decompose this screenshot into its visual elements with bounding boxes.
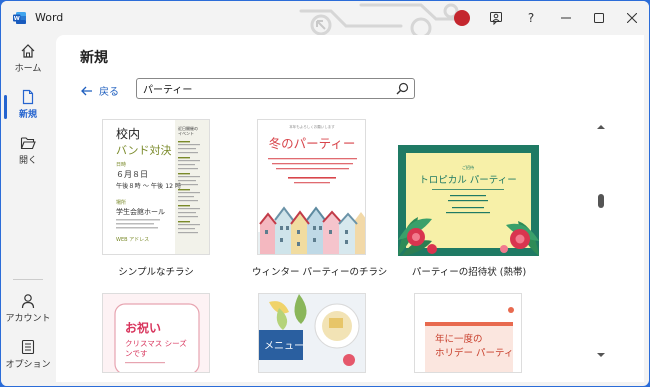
minimize-icon xyxy=(561,17,571,19)
maximize-button[interactable] xyxy=(588,7,610,29)
sidebar-item-options[interactable]: オプション xyxy=(1,335,55,379)
template-thumb-simple-flyer[interactable]: 校内 バンド対決 日時 ６月８日 午後８時 ～ 午後 12 時 場所 学生会館ホ… xyxy=(102,119,210,255)
flyer-preview: 校内 バンド対決 日時 ６月８日 午後８時 ～ 午後 12 時 場所 学生会館ホ… xyxy=(116,120,209,254)
search-icon[interactable] xyxy=(396,82,409,95)
scrollbar-thumb[interactable] xyxy=(598,194,604,208)
help-button[interactable]: ? xyxy=(520,7,542,29)
sidebar-item-label: オプション xyxy=(5,360,51,370)
svg-text:日時: 日時 xyxy=(116,162,126,168)
feedback-button[interactable] xyxy=(485,7,507,29)
word-window: W Word ? ホーム 新規 開く アカウント オプション 新規 戻る パーテ… xyxy=(1,1,649,386)
back-button[interactable]: 戻る xyxy=(81,83,119,98)
flyer-subtitle: バンド対決 xyxy=(116,143,172,157)
page-title: 新規 xyxy=(80,50,108,66)
new-document-icon xyxy=(22,89,34,105)
svg-text:クリスマス シーズ: クリスマス シーズ xyxy=(125,338,187,348)
svg-text:６月８日: ６月８日 xyxy=(116,170,148,179)
tropical-preview: ご招待 トロピカル パーティー xyxy=(398,145,539,256)
svg-text:お祝い: お祝い xyxy=(125,320,161,335)
active-indicator xyxy=(4,95,7,119)
template-thumb-holiday-party[interactable]: 年に一度の ホリデー パーティ xyxy=(414,293,522,373)
person-feedback-icon xyxy=(490,12,502,25)
options-list-icon xyxy=(21,339,35,355)
svg-text:年に一度の: 年に一度の xyxy=(435,333,483,345)
main-panel: 新規 戻る 校内 バンド対決 日時 ６月８日 午後８時 ～ 午後 12 時 xyxy=(56,35,644,382)
scroll-down-arrow[interactable] xyxy=(595,349,607,361)
word-logo-icon: W xyxy=(13,12,26,24)
minimize-button[interactable] xyxy=(555,7,577,29)
template-thumb-menu[interactable]: メニュー xyxy=(258,293,366,373)
svg-text:イベント: イベント xyxy=(178,131,194,136)
backstage-sidebar: ホーム 新規 開く アカウント オプション xyxy=(1,35,55,386)
menu-preview: メニュー xyxy=(259,294,365,372)
user-avatar[interactable] xyxy=(454,10,470,26)
svg-text:メニュー: メニュー xyxy=(264,341,304,352)
svg-text:ご招待: ご招待 xyxy=(462,164,474,170)
close-button[interactable] xyxy=(621,7,643,29)
sidebar-divider xyxy=(13,279,43,280)
svg-text:ホリデー パーティ: ホリデー パーティ xyxy=(435,347,513,359)
tropical-title: トロピカル パーティー xyxy=(419,175,516,186)
sidebar-item-home[interactable]: ホーム xyxy=(1,39,55,83)
sidebar-item-label: 開く xyxy=(18,156,37,166)
svg-text:学生会館ホール: 学生会館ホール xyxy=(116,207,165,216)
flyer-title: 校内 xyxy=(116,126,140,141)
celebration-preview: お祝い クリスマス シーズ ンです xyxy=(103,294,209,372)
svg-text:午後８時 ～ 午後 12 時: 午後８時 ～ 午後 12 時 xyxy=(116,182,181,190)
svg-text:WEB アドレス: WEB アドレス xyxy=(116,237,149,243)
holiday-preview: 年に一度の ホリデー パーティ xyxy=(415,294,521,372)
sidebar-item-label: ホーム xyxy=(14,64,42,74)
sidebar-item-open[interactable]: 開く xyxy=(1,131,55,175)
back-label: 戻る xyxy=(99,87,119,98)
winter-title: 冬のパーティー xyxy=(269,136,356,151)
svg-text:本年もよろしくお願いします: 本年もよろしくお願いします xyxy=(289,124,335,129)
title-bar: W Word ? xyxy=(1,1,649,35)
template-thumb-tropical-invitation[interactable]: ご招待 トロピカル パーティー xyxy=(398,145,539,256)
arrow-left-icon xyxy=(81,86,92,95)
close-icon xyxy=(627,13,637,23)
folder-open-icon xyxy=(20,137,36,150)
maximize-icon xyxy=(594,13,604,23)
template-thumb-winter-party[interactable]: 本年もよろしくお願いします 冬のパーティー xyxy=(257,119,366,255)
sidebar-item-label: 新規 xyxy=(18,110,37,120)
person-icon xyxy=(21,294,35,309)
sidebar-item-new[interactable]: 新規 xyxy=(1,85,55,129)
svg-text:ンです: ンです xyxy=(125,349,148,358)
sidebar-item-account[interactable]: アカウント xyxy=(1,289,55,333)
template-caption: パーティーの招待状 (熱帯) xyxy=(411,267,527,278)
scroll-up-arrow[interactable] xyxy=(595,121,607,133)
search-input[interactable] xyxy=(143,81,383,96)
template-search xyxy=(136,78,415,99)
template-thumb-celebration[interactable]: お祝い クリスマス シーズ ンです xyxy=(102,293,210,373)
sidebar-item-label: アカウント xyxy=(5,314,51,324)
template-caption: ウィンター パーティーのチラシ xyxy=(252,267,388,278)
help-label: ? xyxy=(527,11,535,25)
home-icon xyxy=(21,44,35,58)
svg-text:場所: 場所 xyxy=(116,199,126,206)
svg-text:W: W xyxy=(14,16,20,22)
template-caption: シンプルなチラシ xyxy=(118,267,194,278)
winter-preview: 本年もよろしくお願いします 冬のパーティー xyxy=(258,120,365,254)
app-title: Word xyxy=(35,11,64,24)
circuit-decoration xyxy=(299,3,468,35)
